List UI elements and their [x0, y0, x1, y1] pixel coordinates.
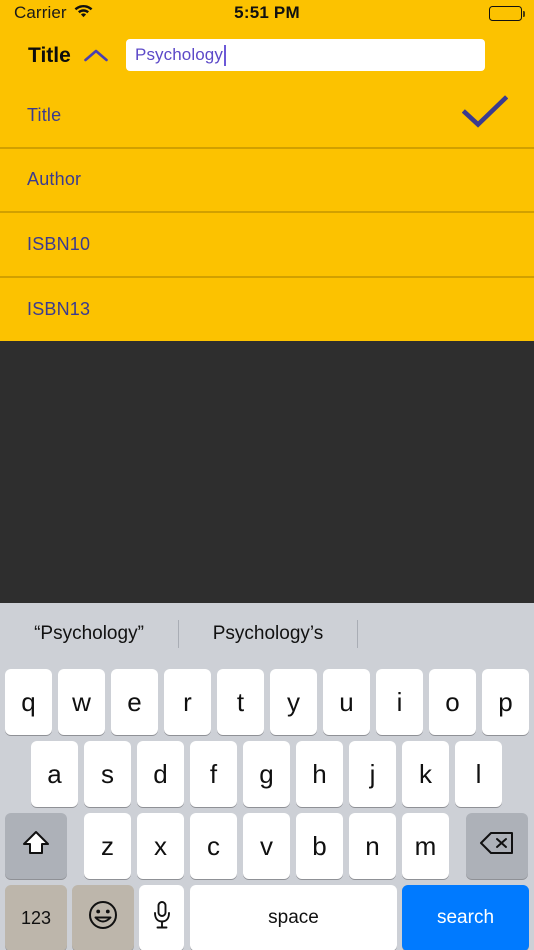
key-z[interactable]: z — [84, 813, 131, 879]
return-search-key[interactable]: search — [402, 885, 529, 950]
search-field-options-list: Title Author ISBN10 ISBN13 — [0, 84, 534, 342]
list-item-title[interactable]: Title — [0, 84, 534, 149]
key-v[interactable]: v — [243, 813, 290, 879]
results-empty-area — [0, 341, 534, 603]
key-u[interactable]: u — [323, 669, 370, 735]
phone-screen: Carrier 5:51 PM Title Psychology Title A… — [0, 0, 534, 950]
text-caret — [223, 44, 226, 66]
key-x[interactable]: x — [137, 813, 184, 879]
chevron-up-icon[interactable] — [83, 48, 109, 64]
key-e[interactable]: e — [111, 669, 158, 735]
key-t[interactable]: t — [217, 669, 264, 735]
key-r[interactable]: r — [164, 669, 211, 735]
list-item-label: ISBN10 — [27, 233, 91, 254]
search-input-value: Psychology — [135, 45, 223, 64]
shift-icon — [21, 828, 51, 865]
keyboard-row-3: z x c v b n m — [0, 813, 534, 879]
key-y[interactable]: y — [270, 669, 317, 735]
key-d[interactable]: d — [137, 741, 184, 807]
list-item-label: ISBN13 — [27, 299, 91, 320]
key-s[interactable]: s — [84, 741, 131, 807]
backspace-icon — [479, 830, 515, 863]
key-l[interactable]: l — [455, 741, 502, 807]
key-m[interactable]: m — [402, 813, 449, 879]
status-bar: Carrier 5:51 PM — [0, 0, 534, 28]
suggestion-0[interactable]: “Psychology” — [0, 603, 178, 665]
key-g[interactable]: g — [243, 741, 290, 807]
emoji-smiley-icon — [88, 900, 118, 937]
app-header-region: Carrier 5:51 PM Title Psychology Title A… — [0, 0, 534, 341]
list-item-author[interactable]: Author — [0, 149, 534, 213]
key-p[interactable]: p — [482, 669, 529, 735]
key-a[interactable]: a — [31, 741, 78, 807]
list-item-isbn13[interactable]: ISBN13 — [0, 278, 534, 343]
status-bar-right — [489, 6, 526, 21]
key-h[interactable]: h — [296, 741, 343, 807]
key-c[interactable]: c — [190, 813, 237, 879]
suggestion-1[interactable]: Psychology’s — [179, 603, 357, 665]
checkmark-icon — [461, 95, 509, 135]
key-i[interactable]: i — [376, 669, 423, 735]
numeric-key[interactable]: 123 — [5, 885, 67, 950]
list-item-isbn10[interactable]: ISBN10 — [0, 213, 534, 278]
battery-full-icon — [489, 6, 526, 21]
dictation-key[interactable] — [139, 885, 184, 950]
search-input[interactable]: Psychology — [126, 39, 485, 71]
emoji-key[interactable] — [72, 885, 134, 950]
keyboard-row-4: 123 space search — [0, 885, 534, 950]
key-q[interactable]: q — [5, 669, 52, 735]
keyboard-row-1: q w e r t y u i o p — [0, 669, 534, 735]
key-j[interactable]: j — [349, 741, 396, 807]
predictive-suggestion-bar: “Psychology” Psychology’s — [0, 603, 534, 665]
shift-key[interactable] — [5, 813, 67, 879]
key-f[interactable]: f — [190, 741, 237, 807]
list-item-label: Title — [27, 104, 62, 125]
microphone-icon — [151, 900, 173, 937]
space-key[interactable]: space — [190, 885, 397, 950]
page-title: Title — [28, 44, 71, 67]
backspace-key[interactable] — [466, 813, 528, 879]
suggestion-2[interactable] — [358, 603, 534, 665]
key-n[interactable]: n — [349, 813, 396, 879]
key-w[interactable]: w — [58, 669, 105, 735]
clock-label: 5:51 PM — [234, 3, 300, 22]
keyboard-row-2: a s d f g h j k l — [0, 741, 534, 807]
key-o[interactable]: o — [429, 669, 476, 735]
list-item-label: Author — [27, 169, 82, 190]
key-k[interactable]: k — [402, 741, 449, 807]
key-b[interactable]: b — [296, 813, 343, 879]
software-keyboard: “Psychology” Psychology’s q w e r t y u … — [0, 603, 534, 950]
